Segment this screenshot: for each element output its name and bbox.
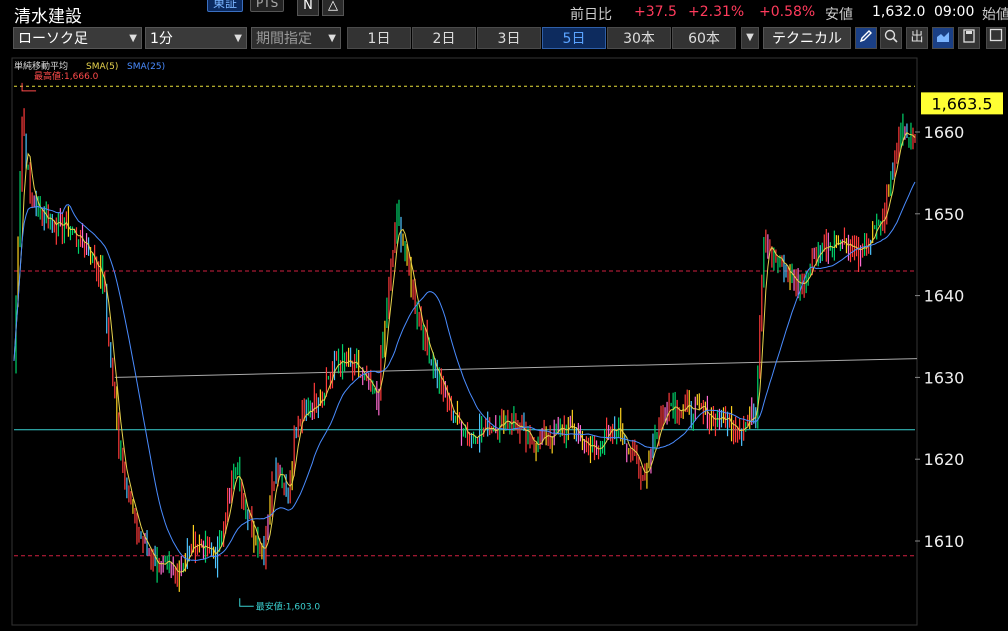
zoom-icon[interactable] <box>880 27 902 49</box>
area-chart-icon[interactable] <box>932 27 954 49</box>
interval-label: 1分 <box>150 31 173 47</box>
prev-label: 前日比 <box>570 7 612 23</box>
period-label: 期間指定 <box>256 31 312 47</box>
pen-icon[interactable] <box>855 27 877 49</box>
open-label: 始値 <box>982 7 1008 23</box>
interval-select[interactable]: 1分 ▼ <box>145 27 247 49</box>
high-label: 最高値:1,666.0 <box>34 70 99 82</box>
technical-button[interactable]: テクニカル <box>763 27 851 49</box>
checkbox-icon[interactable] <box>986 27 1006 49</box>
period-tab-1d[interactable]: 1日 <box>347 27 411 49</box>
period-tab-5d[interactable]: 5日 <box>542 27 606 49</box>
market-tab-tse[interactable]: 東証 <box>207 0 244 12</box>
period-tab-3d[interactable]: 3日 <box>477 27 541 49</box>
bell-icon[interactable]: △ <box>322 0 344 16</box>
toolbar: ローソク足 ▼ 1分 ▼ 期間指定 ▼ 1日 2日 3日 5日 30本 60本 … <box>0 25 1008 53</box>
legend-sma5: SMA(5) <box>86 62 118 72</box>
change-value: +37.5 <box>634 4 677 20</box>
chevron-down-icon: ▼ <box>328 33 336 44</box>
save-icon[interactable] <box>958 27 980 49</box>
chart-type-select[interactable]: ローソク足 ▼ <box>13 27 142 49</box>
ytick-label: 1610 <box>924 532 965 551</box>
ytick-label: 1640 <box>924 287 965 306</box>
header-bar: 清水建設 東証 PTS N △ 前日比 +37.5 +2.31% +0.58% … <box>0 0 1008 27</box>
n-icon[interactable]: N <box>297 0 319 16</box>
period-tab-60[interactable]: 60本 <box>672 27 736 49</box>
current-price-label: 1,663.5 <box>931 94 992 113</box>
stock-name: 清水建設 <box>14 7 82 27</box>
chart-type-label: ローソク足 <box>18 31 88 47</box>
ytick-label: 1650 <box>924 205 965 224</box>
legend-sma25: SMA(25) <box>127 62 165 72</box>
plot-frame <box>11 57 918 626</box>
low-value: 1,632.0 <box>872 4 926 20</box>
period-tab-2d[interactable]: 2日 <box>412 27 476 49</box>
change-pct: +2.31% <box>688 4 745 20</box>
price-chart[interactable]: 1610 1620 1630 1640 1650 1660 単純移動平均 SMA(5) S… <box>0 56 1008 627</box>
chevron-down-icon[interactable]: ▼ <box>741 27 759 49</box>
chevron-down-icon: ▼ <box>234 33 242 44</box>
market-tab-pts[interactable]: PTS <box>250 0 285 12</box>
ytick-label: 1620 <box>924 450 965 469</box>
chevron-down-icon: ▼ <box>129 33 137 44</box>
period-tab-30[interactable]: 30本 <box>607 27 671 49</box>
ytick-label: 1630 <box>924 368 965 387</box>
period-select[interactable]: 期間指定 ▼ <box>251 27 341 49</box>
out-icon[interactable]: 出 <box>906 27 928 49</box>
technical-label: テクニカル <box>772 31 842 47</box>
current-price-tag: 1,663.5 <box>921 92 1003 115</box>
ytick-label: 1660 <box>924 123 965 142</box>
change-pct2: +0.58% <box>759 4 816 20</box>
low-label: 安値 <box>825 7 853 23</box>
time-value: 09:00 <box>934 4 975 20</box>
low-mark-label: 最安値:1,603.0 <box>256 600 321 612</box>
chart-area[interactable]: 1610 1620 1630 1640 1650 1660 単純移動平均 SMA(5) S… <box>0 56 1008 627</box>
indicator-label: 単純移動平均 <box>14 60 68 72</box>
